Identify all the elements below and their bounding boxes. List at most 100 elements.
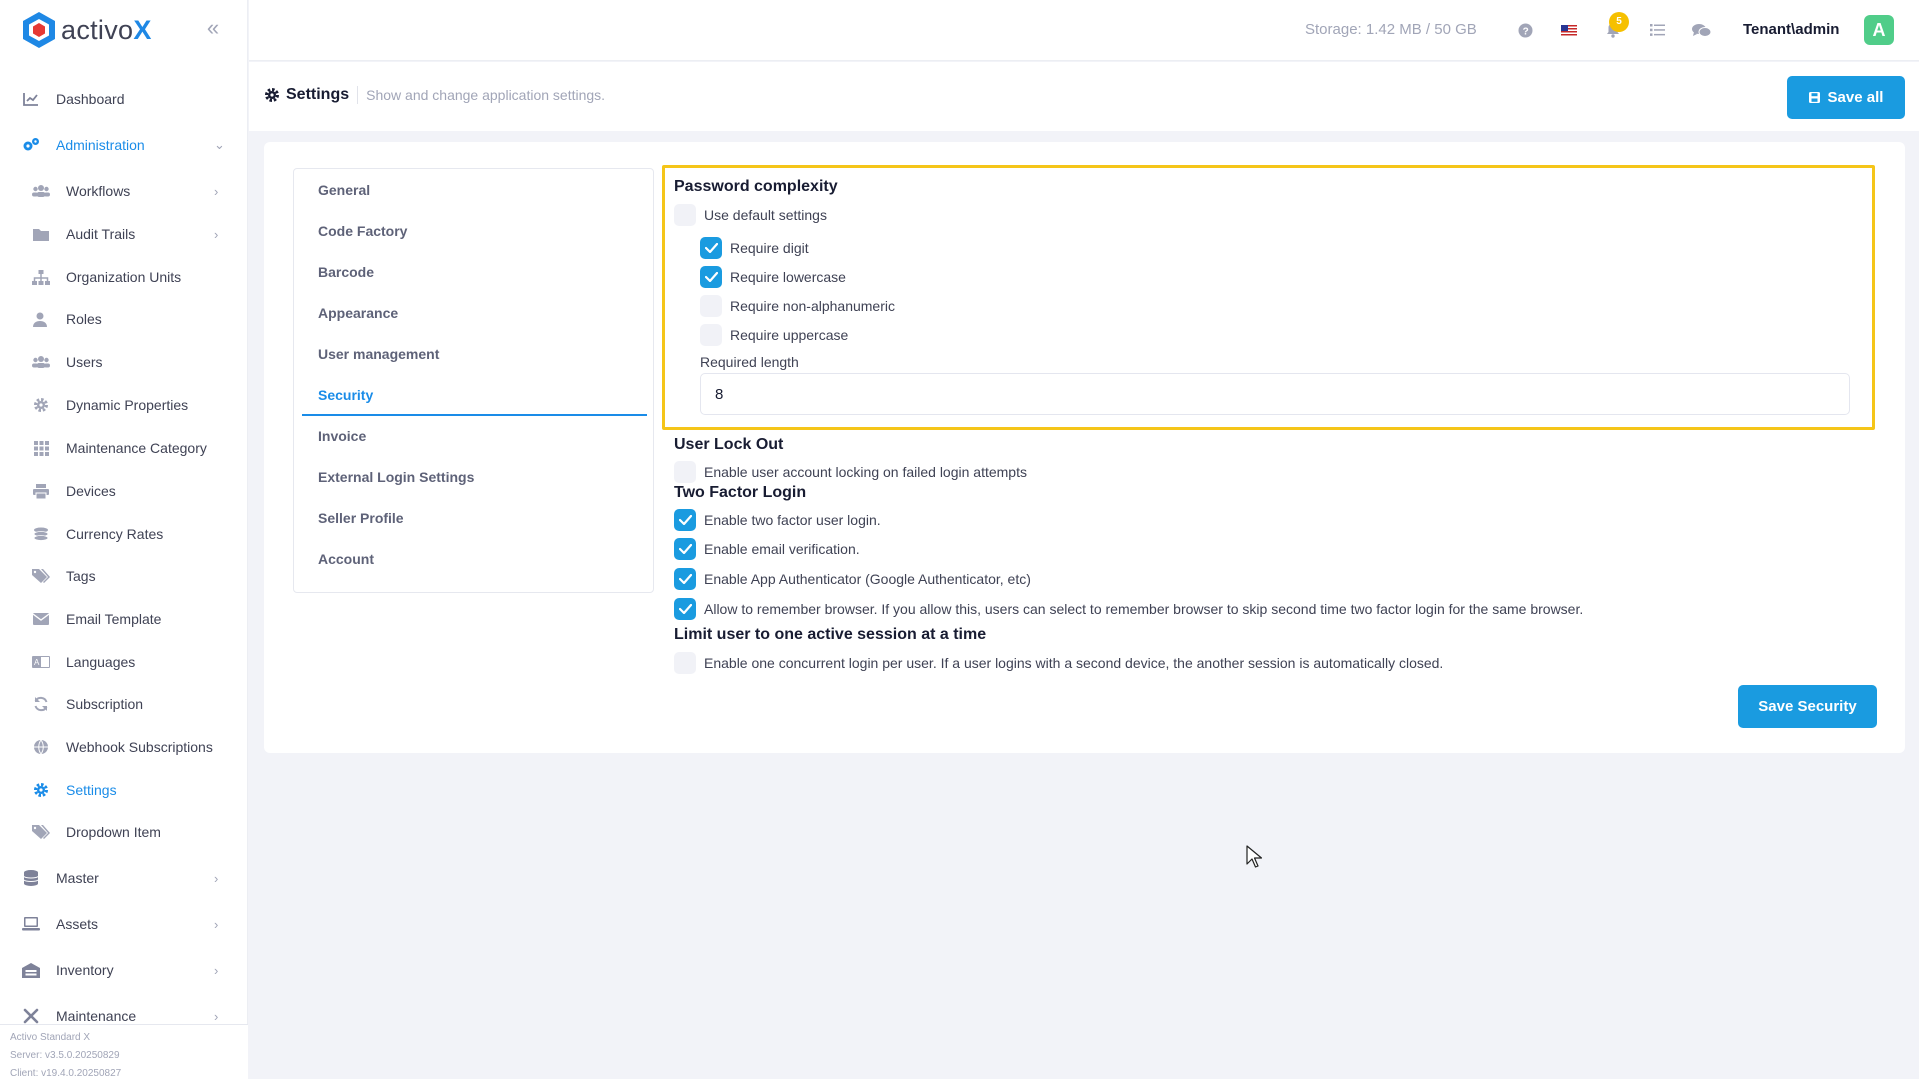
help-icon[interactable]: ? — [1515, 20, 1535, 40]
sidebar-item-workflows[interactable]: Workflows › — [0, 173, 248, 209]
tab-account[interactable]: Account — [294, 538, 653, 579]
chat-icon[interactable] — [1691, 20, 1711, 40]
warehouse-icon — [22, 961, 40, 979]
sidebar-item-maintenance-category[interactable]: Maintenance Category — [0, 430, 248, 466]
database-icon — [22, 869, 40, 887]
sidebar-item-administration[interactable]: Administration ⌄ — [0, 127, 248, 163]
tab-seller-profile[interactable]: Seller Profile — [294, 497, 653, 538]
cog-icon — [32, 396, 50, 414]
tab-barcode[interactable]: Barcode — [294, 251, 653, 292]
us-flag-icon[interactable] — [1559, 20, 1579, 40]
client-version: Client: v19.4.0.20250827 — [10, 1068, 122, 1079]
checkbox-box[interactable] — [674, 509, 696, 531]
checkbox-label: Enable one concurrent login per user. If… — [704, 655, 1444, 671]
server-version: Server: v3.5.0.20250829 — [10, 1050, 120, 1061]
sidebar-item-roles[interactable]: Roles — [0, 301, 248, 337]
required-length-label: Required length — [700, 354, 799, 370]
sidebar-item-label: Maintenance Category — [66, 440, 207, 456]
chevron-right-icon: › — [214, 870, 219, 886]
checkbox-box[interactable] — [674, 652, 696, 674]
sidebar-item-label: Roles — [66, 311, 102, 327]
checkbox-box[interactable] — [674, 461, 696, 483]
sidebar-item-tags[interactable]: Tags — [0, 558, 248, 594]
checkbox-label: Enable email verification. — [704, 541, 860, 557]
collapse-sidebar-icon[interactable]: « — [202, 17, 224, 39]
tab-invoice[interactable]: Invoice — [294, 415, 653, 456]
folder-icon — [32, 225, 50, 243]
tab-external-login-settings[interactable]: External Login Settings — [294, 456, 653, 497]
tab-code-factory[interactable]: Code Factory — [294, 210, 653, 251]
require-non-alphanumeric-checkbox[interactable]: Require non-alphanumeric — [700, 295, 895, 317]
enable-two-factor-checkbox[interactable]: Enable two factor user login. — [674, 509, 881, 531]
sidebar-item-label: Languages — [66, 654, 136, 670]
language-icon: A — [32, 653, 50, 671]
sidebar-item-webhook-subscriptions[interactable]: Webhook Subscriptions — [0, 729, 248, 765]
avatar[interactable]: A — [1864, 15, 1894, 45]
sidebar-item-users[interactable]: Users — [0, 344, 248, 380]
sidebar-item-subscription[interactable]: Subscription — [0, 686, 248, 722]
title-separator — [357, 86, 359, 104]
remember-browser-checkbox[interactable]: Allow to remember browser. If you allow … — [674, 598, 1583, 620]
checkbox-box[interactable] — [700, 295, 722, 317]
sidebar-item-inventory[interactable]: Inventory › — [0, 952, 248, 988]
enable-app-authenticator-checkbox[interactable]: Enable App Authenticator (Google Authent… — [674, 568, 1031, 590]
one-concurrent-login-checkbox[interactable]: Enable one concurrent login per user. If… — [674, 652, 1443, 674]
users-icon — [32, 353, 50, 371]
sidebar-item-settings[interactable]: Settings — [0, 772, 248, 808]
sidebar-item-organization-units[interactable]: Organization Units — [0, 259, 248, 295]
tenant-user-name[interactable]: Tenant\admin — [1743, 21, 1839, 38]
sidebar-item-label: Dynamic Properties — [66, 397, 189, 413]
sidebar-item-dashboard[interactable]: Dashboard — [0, 81, 248, 117]
sidebar-item-dynamic-properties[interactable]: Dynamic Properties — [0, 387, 248, 423]
grid-icon — [32, 439, 50, 457]
sidebar-item-label: Subscription — [66, 696, 144, 712]
checkbox-box[interactable] — [700, 237, 722, 259]
require-uppercase-checkbox[interactable]: Require uppercase — [700, 324, 848, 346]
sidebar-item-assets[interactable]: Assets › — [0, 906, 248, 942]
checkbox-label: Require non-alphanumeric — [730, 298, 895, 314]
tags-icon — [32, 823, 50, 841]
enable-email-verification-checkbox[interactable]: Enable email verification. — [674, 538, 860, 560]
require-digit-checkbox[interactable]: Require digit — [700, 237, 809, 259]
require-lowercase-checkbox[interactable]: Require lowercase — [700, 266, 846, 288]
save-all-button[interactable]: Save all — [1787, 76, 1905, 119]
refresh-icon — [32, 695, 50, 713]
use-default-settings-checkbox[interactable]: Use default settings — [674, 204, 827, 226]
password-complexity-title: Password complexity — [674, 178, 838, 195]
tab-security[interactable]: Security — [294, 374, 653, 415]
app-logo[interactable]: activoX — [22, 10, 152, 50]
tab-user-management[interactable]: User management — [294, 333, 653, 374]
sidebar-item-devices[interactable]: Devices — [0, 473, 248, 509]
required-length-input[interactable] — [700, 373, 1850, 415]
checkbox-box[interactable] — [674, 204, 696, 226]
tab-appearance[interactable]: Appearance — [294, 292, 653, 333]
cog-icon — [32, 781, 50, 799]
tags-icon — [32, 567, 50, 585]
settings-tabs: General Code Factory Barcode Appearance … — [293, 168, 654, 593]
sidebar-item-label: Master — [56, 870, 99, 886]
checkbox-box[interactable] — [674, 568, 696, 590]
sidebar-item-languages[interactable]: A Languages — [0, 644, 248, 680]
checkbox-box[interactable] — [674, 538, 696, 560]
enable-account-locking-checkbox[interactable]: Enable user account locking on failed lo… — [674, 461, 1027, 483]
notification-count-badge: 5 — [1609, 12, 1629, 32]
task-list-icon[interactable] — [1647, 20, 1667, 40]
logo-x: X — [133, 14, 152, 45]
chevron-right-icon: › — [214, 1008, 219, 1024]
save-security-button[interactable]: Save Security — [1738, 685, 1877, 728]
sidebar-item-label: Workflows — [66, 183, 131, 199]
sidebar-item-audit-trails[interactable]: Audit Trails › — [0, 216, 248, 252]
sidebar-item-email-template[interactable]: Email Template — [0, 601, 248, 637]
checkbox-box[interactable] — [700, 324, 722, 346]
chart-line-icon — [22, 90, 40, 108]
chevron-right-icon: › — [214, 962, 219, 978]
sidebar-item-dropdown-item[interactable]: Dropdown Item — [0, 814, 248, 850]
sidebar-item-label: Devices — [66, 483, 116, 499]
sidebar-item-label: Inventory — [56, 962, 114, 978]
checkbox-box[interactable] — [674, 598, 696, 620]
sidebar-item-master[interactable]: Master › — [0, 860, 248, 896]
page-description: Show and change application settings. — [366, 87, 606, 103]
checkbox-box[interactable] — [700, 266, 722, 288]
sidebar-item-currency-rates[interactable]: Currency Rates — [0, 516, 248, 552]
tab-general[interactable]: General — [294, 169, 653, 210]
